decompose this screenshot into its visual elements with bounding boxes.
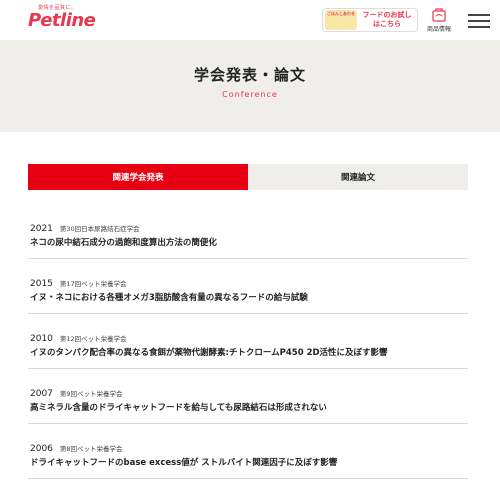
tab-bar: 関連学会発表 関連論文: [28, 164, 468, 190]
food-trial-label: フードのお試し はこちら: [357, 11, 417, 29]
tab-conference-presentations[interactable]: 関連学会発表: [28, 164, 248, 190]
item-meta: 2015 第17回ペット栄養学会: [30, 271, 127, 290]
item-title[interactable]: ドライキャットフードのbase excess値が ストルバイト関連因子に及ぼす影…: [30, 456, 337, 468]
item-title[interactable]: 高ミネラル含量のドライキャットフードを給与しても尿路結石は形成されない: [30, 401, 327, 413]
item-title[interactable]: イヌのタンパク配合率の異なる食餌が薬物代謝酵素:チトクロームP450 2D活性に…: [30, 346, 388, 358]
item-society: 第17回ペット栄養学会: [59, 280, 127, 288]
list-item: 2015 第17回ペット栄養学会 イヌ・ネコにおける各種オメガ3脂肪酸含有量の異な…: [28, 259, 468, 314]
page-title: 学会発表・論文: [193, 66, 306, 84]
page-hero: 学会発表・論文 Conference: [0, 40, 500, 132]
list-item: 2006 第8回ペット栄養学会 ドライキャットフードのbase excess値が …: [28, 424, 468, 479]
item-year: 2010: [30, 334, 53, 344]
hamburger-icon[interactable]: [468, 14, 490, 28]
products-box-icon: [432, 8, 446, 22]
food-trial-button[interactable]: ごはんしあわせ フードのお試し はこちら: [322, 8, 418, 32]
item-meta: 2021 第30回日本尿路結石症学会: [30, 216, 140, 235]
item-society: 第8回ペット栄養学会: [59, 445, 123, 453]
item-title[interactable]: イヌ・ネコにおける各種オメガ3脂肪酸含有量の異なるフードの給与試験: [30, 291, 308, 303]
products-link[interactable]: 商品情報: [424, 8, 454, 34]
list-item: 2010 第12回ペット栄養学会 イヌのタンパク配合率の異なる食餌が薬物代謝酵素:…: [28, 314, 468, 369]
item-year: 2006: [30, 444, 53, 454]
promo-badge-text: ごはんしあわせ: [327, 11, 355, 16]
item-meta: 2007 第9回ペット栄養学会: [30, 381, 123, 400]
item-year: 2015: [30, 279, 53, 289]
item-year: 2007: [30, 389, 53, 399]
food-trial-label-line2: はこちら: [373, 20, 401, 28]
presentation-list: 2021 第30回日本尿路結石症学会 ネコの尿中結石成分の過飽和度算出方法の簡便化…: [28, 204, 468, 479]
item-meta: 2010 第12回ペット栄養学会: [30, 326, 127, 345]
site-header: 愛情を品質に。 Petline ごはんしあわせ フードのお試し はこちら 商品情…: [0, 0, 500, 40]
logo-text: Petline: [28, 10, 96, 31]
item-meta: 2006 第8回ペット栄養学会: [30, 436, 123, 455]
food-trial-label-line1: フードのお試し: [362, 11, 412, 19]
page-subtitle: Conference: [222, 90, 278, 99]
item-title[interactable]: ネコの尿中結石成分の過飽和度算出方法の簡便化: [30, 236, 217, 248]
list-item: 2007 第9回ペット栄養学会 高ミネラル含量のドライキャットフードを給与しても尿…: [28, 369, 468, 424]
item-society: 第30回日本尿路結石症学会: [59, 225, 140, 233]
promo-badge-image: ごはんしあわせ: [325, 10, 357, 30]
petline-logo[interactable]: 愛情を品質に。 Petline: [28, 4, 96, 34]
products-label: 商品情報: [426, 26, 451, 33]
item-year: 2021: [30, 224, 53, 234]
list-item: 2021 第30回日本尿路結石症学会 ネコの尿中結石成分の過飽和度算出方法の簡便化: [28, 204, 468, 259]
item-society: 第12回ペット栄養学会: [59, 335, 127, 343]
tab-related-papers[interactable]: 関連論文: [248, 164, 468, 190]
item-society: 第9回ペット栄養学会: [59, 390, 123, 398]
